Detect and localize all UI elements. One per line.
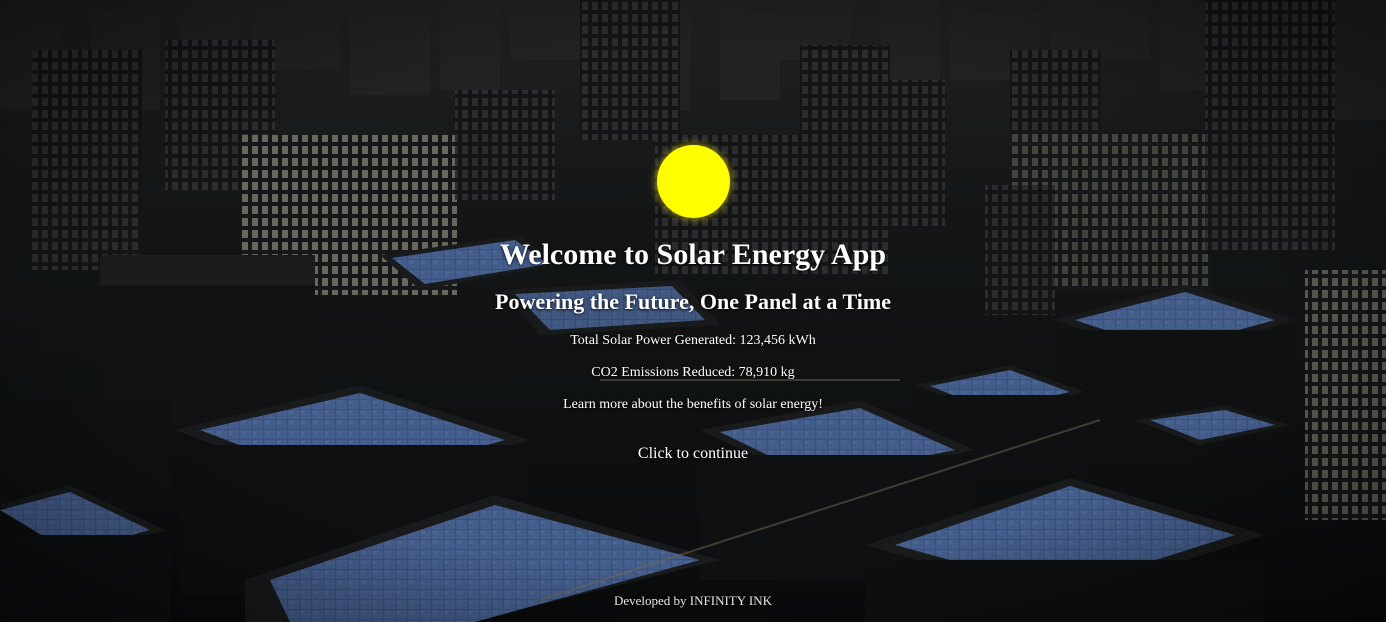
splash-screen: Welcome to Solar Energy App Powering the… [0, 0, 1386, 622]
continue-button[interactable]: Click to continue [593, 444, 793, 464]
footer-credit: Developed by INFINITY INK [613, 593, 772, 608]
sun-icon [657, 145, 730, 218]
learn-more-text: Learn more about the benefits of solar e… [563, 397, 823, 412]
page-title: Welcome to Solar Energy App [499, 238, 887, 271]
co2-reduction-stat: CO2 Emissions Reduced: 78,910 kg [591, 365, 795, 380]
solar-power-stat: Total Solar Power Generated: 123,456 kWh [570, 333, 816, 348]
page-subtitle: Powering the Future, One Panel at a Time [495, 289, 891, 314]
